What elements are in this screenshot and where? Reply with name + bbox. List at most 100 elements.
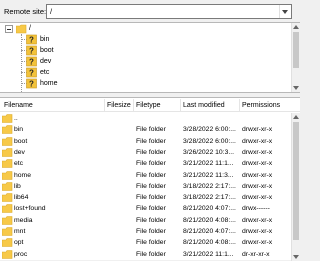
scroll-down-icon[interactable] — [292, 85, 300, 91]
file-list-scroll-thumb[interactable] — [293, 122, 299, 240]
table-row[interactable]: lib64 File folder 3/18/2022 2:17:... drwxr-… — [0, 192, 300, 203]
table-row[interactable]: etc File folder 3/21/2022 11:1... drwxr-xr-… — [0, 158, 300, 169]
column-header-last-modified[interactable]: Last modified — [183, 102, 225, 109]
file-name: bin — [14, 126, 24, 134]
folder-icon — [1, 249, 13, 261]
file-permissions: drwxr-xr-x — [242, 137, 273, 145]
file-modified: 3/18/2022 2:17:... — [183, 182, 236, 190]
file-permissions: drwx------ — [242, 205, 270, 213]
file-name: boot — [14, 137, 28, 145]
unknown-folder-icon: ? — [26, 56, 37, 67]
tree-item-label: boot — [40, 47, 54, 54]
unknown-folder-icon: ? — [26, 45, 37, 56]
tree-root-label[interactable]: / — [29, 25, 31, 32]
file-type: File folder — [136, 137, 166, 145]
file-type: File folder — [136, 182, 166, 190]
file-name: lost+found — [14, 205, 46, 213]
file-modified: 3/21/2022 11:1... — [183, 160, 234, 168]
table-row[interactable]: media File folder 8/21/2020 4:08:... drwxr-… — [0, 215, 300, 226]
column-header-filesize[interactable]: Filesize — [107, 102, 131, 109]
remote-site-dropdown[interactable] — [279, 5, 289, 18]
scroll-up-icon[interactable] — [292, 114, 300, 120]
file-modified: 8/21/2020 4:07:... — [183, 205, 236, 213]
scroll-down-icon[interactable] — [292, 254, 300, 260]
file-permissions: drwxr-xr-x — [242, 216, 273, 224]
file-modified: 8/21/2020 4:08:... — [183, 239, 236, 247]
file-name: mnt — [14, 228, 26, 235]
file-permissions: drwxr-xr-x — [242, 182, 273, 190]
tree-item-label: home — [40, 80, 58, 87]
table-row[interactable]: .. — [0, 113, 300, 124]
file-name: home — [14, 171, 32, 179]
file-name: lib — [14, 182, 21, 190]
svg-text:?: ? — [29, 80, 34, 89]
file-modified: 3/28/2022 6:00:... — [183, 137, 236, 145]
table-row[interactable]: mnt File folder 8/21/2020 4:07:... drwxr-xr… — [0, 226, 300, 237]
file-modified: 8/21/2020 4:07:... — [183, 228, 236, 235]
column-header-permissions[interactable]: Permissions — [242, 102, 280, 109]
file-name: .. — [14, 115, 18, 122]
tree-item-label: etc — [40, 69, 50, 76]
file-list-header: Filename Filesize Filetype Last modified… — [0, 98, 300, 112]
svg-text:?: ? — [29, 47, 34, 56]
file-name: dev — [14, 148, 25, 156]
file-modified: 3/21/2022 11:1... — [183, 250, 234, 258]
remote-site-input[interactable]: / — [46, 4, 292, 19]
file-type: File folder — [136, 239, 166, 247]
table-row[interactable]: lib File folder 3/18/2022 2:17:... drwxr-xr… — [0, 181, 300, 192]
table-row[interactable]: bin File folder 3/28/2022 6:00:... drwxr-xr… — [0, 124, 300, 135]
directory-tree[interactable]: / ? bin ? boot ? dev ? etc ? home ? lib — [0, 22, 300, 93]
file-permissions: drwxr-xr-x — [242, 160, 273, 168]
svg-text:?: ? — [29, 58, 34, 67]
file-type: File folder — [136, 205, 166, 213]
column-header-filename[interactable]: Filename — [4, 102, 33, 109]
file-modified: 3/26/2022 10:3... — [183, 148, 235, 156]
file-type: File folder — [136, 216, 166, 224]
tree-item-label: dev — [40, 58, 52, 65]
file-type: File folder — [136, 194, 166, 202]
file-name: lib64 — [14, 194, 29, 202]
remote-site-path: / — [50, 7, 53, 16]
file-permissions: drwxr-xr-x — [242, 239, 273, 247]
file-permissions: drwxr-xr-x — [242, 171, 273, 179]
file-type: File folder — [136, 171, 166, 179]
svg-text:?: ? — [29, 36, 34, 45]
file-modified: 3/18/2022 2:17:... — [183, 194, 236, 202]
file-permissions: drwxr-xr-x — [242, 148, 273, 156]
unknown-folder-icon: ? — [26, 78, 37, 89]
tree-scroll-thumb[interactable] — [293, 32, 299, 68]
column-header-filetype[interactable]: Filetype — [136, 102, 161, 109]
file-name: etc — [14, 160, 24, 168]
svg-text:?: ? — [29, 69, 34, 78]
table-row[interactable]: boot File folder 3/28/2022 6:00:... drwxr-x… — [0, 136, 300, 147]
remote-site-label: Remote site: — [4, 7, 47, 16]
file-type: File folder — [136, 160, 166, 168]
remote-site-bar: Remote site: / — [0, 0, 300, 22]
file-type: File folder — [136, 148, 166, 156]
file-name: opt — [14, 239, 24, 247]
file-name: media — [14, 216, 33, 224]
tree-scrollbar[interactable] — [291, 23, 300, 92]
table-row[interactable]: opt File folder 8/21/2020 4:08:... drwxr-xr… — [0, 237, 300, 248]
file-type: File folder — [136, 126, 166, 134]
file-permissions: drwxr-xr-x — [242, 228, 273, 235]
table-row[interactable]: lost+found File folder 8/21/2020 4:07:... d… — [0, 203, 300, 214]
unknown-folder-icon: ? — [26, 34, 37, 45]
tree-item-label: bin — [40, 36, 50, 43]
file-modified: 3/28/2022 6:00:... — [183, 126, 236, 134]
scroll-up-icon[interactable] — [292, 24, 300, 30]
file-modified: 8/21/2020 4:08:... — [183, 216, 236, 224]
file-list-scrollbar[interactable] — [291, 113, 300, 261]
file-list[interactable]: Filename Filesize Filetype Last modified… — [0, 97, 300, 261]
file-permissions: drwxr-xr-x — [242, 126, 273, 134]
table-row[interactable]: dev File folder 3/26/2022 10:3... drwxr-xr-… — [0, 147, 300, 158]
chevron-down-icon — [282, 10, 288, 14]
table-row[interactable]: home File folder 3/21/2022 11:3... drwxr-xr… — [0, 170, 300, 181]
table-row[interactable]: proc File folder 3/21/2022 11:1... dr-xr-xr… — [0, 249, 300, 260]
file-permissions: dr-xr-xr-x — [242, 250, 270, 258]
file-type: File folder — [136, 228, 166, 235]
file-name: proc — [14, 250, 28, 258]
tree-collapse-toggle[interactable] — [5, 25, 13, 33]
unknown-folder-icon: ? — [26, 67, 37, 78]
file-type: File folder — [136, 250, 166, 258]
